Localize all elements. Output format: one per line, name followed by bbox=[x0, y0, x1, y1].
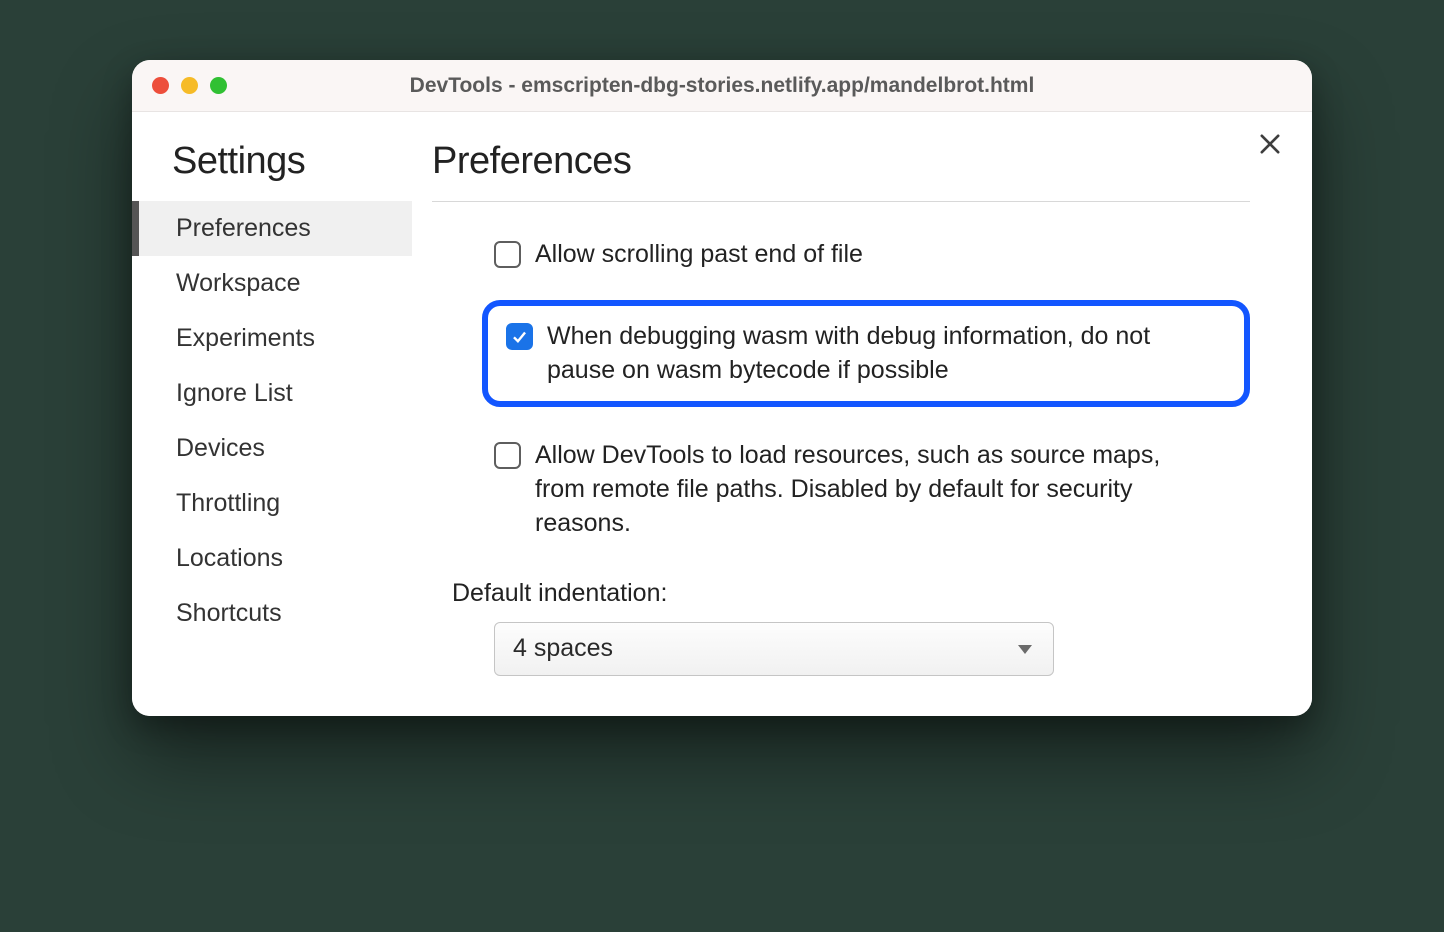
chevron-down-icon bbox=[1015, 634, 1035, 663]
sidebar-item-label: Workspace bbox=[176, 269, 301, 297]
content: Preferences Allow scrolling past end of … bbox=[412, 112, 1312, 716]
indentation-label: Default indentation: bbox=[452, 579, 1250, 608]
sidebar-item-workspace[interactable]: Workspace bbox=[132, 256, 412, 311]
sidebar-item-label: Experiments bbox=[176, 324, 315, 352]
checkbox[interactable] bbox=[506, 323, 533, 350]
checkbox-label: Allow scrolling past end of file bbox=[535, 238, 863, 272]
sidebar-item-label: Shortcuts bbox=[176, 599, 282, 627]
sidebar-item-shortcuts[interactable]: Shortcuts bbox=[132, 586, 412, 641]
preference-checkbox-row: When debugging wasm with debug informati… bbox=[482, 300, 1250, 408]
indentation-select[interactable]: 4 spaces bbox=[494, 622, 1054, 676]
titlebar: DevTools - emscripten-dbg-stories.netlif… bbox=[132, 60, 1312, 112]
sidebar-title: Settings bbox=[132, 140, 412, 201]
minimize-window-button[interactable] bbox=[181, 77, 198, 94]
window-body: Settings Preferences Workspace Experiments… bbox=[132, 112, 1312, 716]
sidebar-item-label: Throttling bbox=[176, 489, 280, 517]
indentation-value: 4 spaces bbox=[513, 634, 613, 663]
checkbox-label: When debugging wasm with debug informati… bbox=[547, 320, 1187, 388]
sidebar-item-devices[interactable]: Devices bbox=[132, 421, 412, 476]
sidebar-item-label: Ignore List bbox=[176, 379, 293, 407]
sidebar: Settings Preferences Workspace Experiments… bbox=[132, 112, 412, 716]
sidebar-item-label: Preferences bbox=[176, 214, 311, 242]
window-title: DevTools - emscripten-dbg-stories.netlif… bbox=[132, 74, 1312, 98]
sidebar-item-label: Locations bbox=[176, 544, 283, 572]
checkbox[interactable] bbox=[494, 442, 521, 469]
preference-checkbox-row: Allow scrolling past end of file bbox=[482, 230, 1250, 280]
sidebar-item-throttling[interactable]: Throttling bbox=[132, 476, 412, 531]
close-window-button[interactable] bbox=[152, 77, 169, 94]
checkbox[interactable] bbox=[494, 241, 521, 268]
divider bbox=[432, 201, 1250, 202]
page-title: Preferences bbox=[432, 140, 1250, 183]
close-icon[interactable] bbox=[1256, 130, 1284, 163]
checkbox-label: Allow DevTools to load resources, such a… bbox=[535, 439, 1175, 540]
sidebar-nav: Preferences Workspace Experiments Ignore Li… bbox=[132, 201, 412, 641]
sidebar-item-experiments[interactable]: Experiments bbox=[132, 311, 412, 366]
sidebar-item-locations[interactable]: Locations bbox=[132, 531, 412, 586]
sidebar-item-ignore-list[interactable]: Ignore List bbox=[132, 366, 412, 421]
sidebar-item-preferences[interactable]: Preferences bbox=[132, 201, 412, 256]
window: DevTools - emscripten-dbg-stories.netlif… bbox=[132, 60, 1312, 716]
preference-checkbox-row: Allow DevTools to load resources, such a… bbox=[482, 431, 1250, 548]
sidebar-item-label: Devices bbox=[176, 434, 265, 462]
traffic-lights bbox=[152, 77, 227, 94]
maximize-window-button[interactable] bbox=[210, 77, 227, 94]
